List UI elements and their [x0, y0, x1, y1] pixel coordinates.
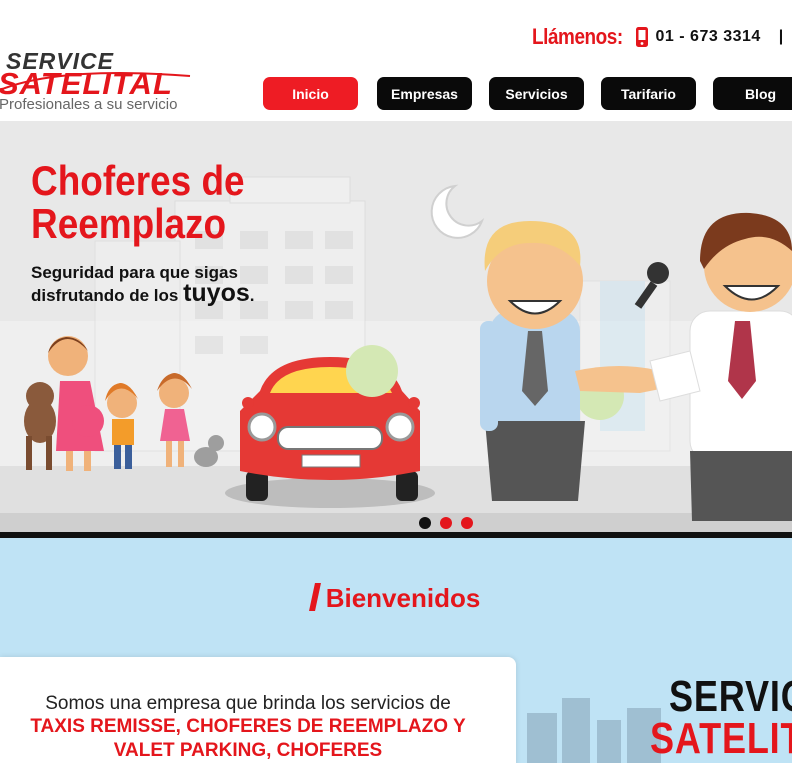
- about-text-line-3: VALET PARKING, CHOFERES: [113, 740, 383, 761]
- hero-title: Choferes de Reemplazo: [31, 159, 313, 245]
- slider-dots: [419, 517, 473, 529]
- nav-blog-button[interactable]: Blog: [713, 77, 792, 110]
- about-text-line-2: TAXIS REMISSE, CHOFERES DE REEMPLAZO Y: [30, 716, 466, 737]
- side-logo-satelital: SATELIT: [650, 714, 792, 763]
- hero-title-line-2: Reemplazo: [31, 200, 227, 247]
- slider-dot-1[interactable]: [419, 517, 431, 529]
- hero-title-line-1: Choferes de: [31, 157, 245, 204]
- call-bar: Llámenos: 01 - 673 3314 | |: [532, 22, 792, 52]
- slider-dot-2[interactable]: [440, 517, 452, 529]
- hero-subtitle-line-2: disfrutando de los tuyos.: [31, 281, 255, 306]
- driver-man-illustration: [480, 221, 585, 501]
- hero-subtitle-emphasis: tuyos: [183, 279, 250, 307]
- phone-number-link[interactable]: 01 - 673 3314: [656, 28, 761, 46]
- nav-servicios-button[interactable]: Servicios: [489, 77, 584, 110]
- heading-accent-icon: [308, 583, 321, 611]
- nav-inicio-button[interactable]: Inicio: [263, 77, 358, 110]
- call-separator: |: [778, 28, 784, 45]
- welcome-heading: Bienvenidos: [0, 583, 792, 614]
- mobile-phone-icon: [635, 27, 648, 47]
- hero-subtitle-prefix: disfrutando de los: [31, 286, 179, 305]
- slider-dot-3[interactable]: [461, 517, 473, 529]
- nav-empresas-button[interactable]: Empresas: [377, 77, 472, 110]
- hero-subtitle-end: .: [249, 286, 255, 305]
- hero-slider: Choferes de Reemplazo Seguridad para que…: [0, 121, 792, 534]
- site-logo[interactable]: SERVICE SATELITAL Profesionales a su ser…: [0, 46, 200, 116]
- site-header: SERVICE SATELITAL Profesionales a su ser…: [0, 0, 792, 121]
- call-label: Llámenos:: [532, 24, 623, 49]
- about-card: Somos una empresa que brinda los servici…: [0, 657, 516, 763]
- logo-tagline: Profesionales a su servicio: [0, 96, 178, 113]
- welcome-heading-text: Bienvenidos: [325, 583, 481, 613]
- hero-subtitle: Seguridad para que sigas disfrutando de …: [31, 262, 255, 306]
- welcome-section: Bienvenidos SERVIC SATELIT Somos una emp…: [0, 538, 792, 763]
- about-text-line-1: Somos una empresa que brinda los servici…: [45, 693, 451, 714]
- nav-tarifario-button[interactable]: Tarifario: [601, 77, 696, 110]
